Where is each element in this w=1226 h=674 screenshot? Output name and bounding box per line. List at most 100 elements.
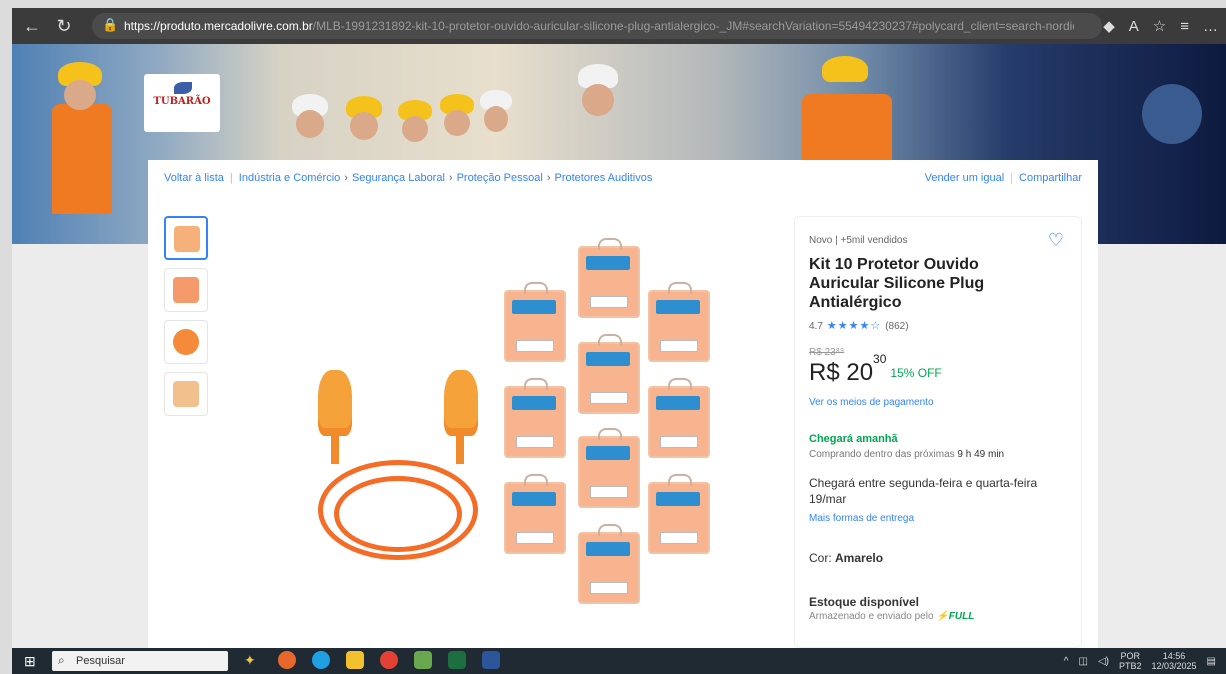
chevron-right-icon: ›: [546, 172, 551, 184]
url-text: https://produto.mercadolivre.com.br/MLB-…: [124, 19, 1074, 33]
earplug-pack: [578, 334, 640, 414]
earplug-pack: [578, 524, 640, 604]
search-placeholder: Pesquisar: [76, 655, 125, 667]
stars-icon: ★★★★☆: [826, 320, 882, 332]
reload-icon[interactable]: ↻: [52, 14, 76, 38]
favorite-star-icon[interactable]: ☆: [1153, 17, 1166, 35]
old-price: R$ 23⁸⁹: [809, 347, 845, 358]
breadcrumb-item[interactable]: Proteção Pessoal: [457, 172, 543, 184]
earplug-pack: [648, 474, 710, 554]
color-selector[interactable]: Cor: Amarelo: [809, 551, 883, 565]
notifications-icon[interactable]: ▤: [1207, 656, 1216, 667]
banner-welder-mask: [1142, 84, 1202, 144]
taskbar-search[interactable]: ⌕ Pesquisar: [52, 651, 228, 671]
breadcrumb-item[interactable]: Protetores Auditivos: [554, 172, 652, 184]
arrival-alternative: Chegará entre segunda-feira e quarta-fei…: [809, 476, 1038, 506]
browser-window: ← ↻ 🔒 https://produto.mercadolivre.com.b…: [12, 8, 1226, 648]
full-badge: ⚡FULL: [936, 611, 975, 622]
browser-toolbar: ← ↻ 🔒 https://produto.mercadolivre.com.b…: [12, 8, 1226, 44]
banner-face: [296, 110, 324, 138]
chevron-right-icon: ›: [344, 172, 348, 184]
product-title: Kit 10 Protetor Ouvido Auricular Silicon…: [809, 256, 985, 311]
earplug-pack: [578, 428, 640, 508]
shark-logo-icon: [174, 82, 192, 94]
breadcrumb-item[interactable]: Indústria e Comércio: [239, 172, 341, 184]
taskbar-apps: ✦: [244, 651, 500, 669]
banner-face: [402, 116, 428, 142]
heart-icon[interactable]: ♡: [1047, 231, 1065, 249]
banner-helmet: [822, 56, 868, 82]
earplug-pack: [648, 378, 710, 458]
banner-worker-vest: [52, 104, 112, 214]
sell-similar-link[interactable]: Vender um igual: [925, 172, 1005, 184]
rating-value: 4.7: [809, 321, 823, 332]
lock-icon: 🔒: [102, 17, 119, 32]
back-to-list-link[interactable]: Voltar à lista: [164, 172, 224, 184]
earplug-pack: [648, 282, 710, 362]
earplug: [444, 370, 478, 436]
sparkle-icon[interactable]: ✦: [244, 651, 262, 669]
earplug-pack: [504, 282, 566, 362]
stock-title: Estoque disponível: [809, 595, 920, 609]
windows-start-icon[interactable]: ⊞: [24, 653, 40, 669]
language-indicator[interactable]: POR PTB2: [1119, 651, 1142, 671]
read-aloud-icon[interactable]: A: [1129, 18, 1139, 35]
thumbnail[interactable]: [164, 320, 208, 364]
breadcrumb-item[interactable]: Segurança Laboral: [352, 172, 445, 184]
chrome-icon[interactable]: [380, 651, 398, 669]
banner-face: [64, 80, 96, 110]
store-logo-text: TUBARÃO: [153, 96, 211, 107]
price-main: R$ 20: [809, 359, 874, 386]
thumbnail[interactable]: [164, 268, 208, 312]
product-page: Voltar à lista | Indústria e Comércio › Segu…: [148, 160, 1098, 648]
back-arrow-icon[interactable]: ←: [20, 14, 44, 38]
banner-face: [350, 112, 378, 140]
search-icon: ⌕: [58, 653, 65, 667]
payment-methods-link[interactable]: Ver os meios de pagamento: [809, 397, 934, 408]
thumbnail-list: [164, 216, 208, 424]
address-bar[interactable]: 🔒 https://produto.mercadolivre.com.br/ML…: [92, 13, 1102, 39]
word-icon[interactable]: [482, 651, 500, 669]
clock[interactable]: 14:56 12/03/2025: [1152, 651, 1197, 671]
rating[interactable]: 4.7 ★★★★☆ (862): [809, 319, 909, 332]
earplug: [318, 370, 352, 436]
stock-subtitle: Armazenado e enviado pelo ⚡FULL: [809, 611, 975, 622]
thumbnail[interactable]: [164, 216, 208, 260]
arrival-title: Chegará amanhã: [809, 433, 898, 445]
chevron-right-icon: ›: [448, 172, 453, 184]
volume-icon[interactable]: ◁): [1098, 656, 1109, 667]
network-icon[interactable]: ◫: [1079, 656, 1088, 667]
color-value: Amarelo: [835, 551, 884, 565]
product-image[interactable]: [248, 220, 768, 620]
breadcrumb: Voltar à lista | Indústria e Comércio › Segu…: [164, 172, 653, 184]
windows-taskbar: ⊞ ⌕ Pesquisar ✦ ^ ◫ ◁) POR PTB2 14:56 12/0…: [12, 648, 1226, 674]
excel-icon[interactable]: [448, 651, 466, 669]
arrival-countdown: Comprando dentro das próximas 9 h 49 min: [809, 449, 1005, 460]
tag-icon[interactable]: ◆: [1103, 17, 1115, 35]
chevron-up-icon[interactable]: ^: [1064, 656, 1069, 667]
price-cents: 30: [873, 352, 887, 366]
price: R$ 203015% OFF: [809, 352, 942, 387]
earplug-pack: [504, 474, 566, 554]
browser-actions: ◆ A ☆ ≡ …: [1103, 14, 1218, 38]
file-explorer-icon[interactable]: [346, 651, 364, 669]
system-tray: ^ ◫ ◁) POR PTB2 14:56 12/03/2025 ▤: [1064, 651, 1216, 671]
firefox-icon[interactable]: [278, 651, 296, 669]
share-link[interactable]: Compartilhar: [1019, 172, 1082, 184]
favorites-list-icon[interactable]: ≡: [1180, 18, 1189, 35]
review-count: (862): [885, 321, 909, 332]
buy-box: Novo | +5mil vendidos ♡ Kit 10 Protetor …: [794, 216, 1082, 648]
banner-face: [484, 106, 508, 132]
store-logo[interactable]: TUBARÃO: [144, 74, 220, 132]
discount-badge: 15% OFF: [890, 366, 942, 380]
page-actions: Vender um igual | Compartilhar: [924, 172, 1082, 184]
more-delivery-link[interactable]: Mais formas de entrega: [809, 513, 914, 524]
thumbnail[interactable]: [164, 372, 208, 416]
condition-sold: Novo | +5mil vendidos: [809, 235, 908, 246]
more-icon[interactable]: …: [1203, 18, 1218, 35]
edge-icon[interactable]: [312, 651, 330, 669]
earplug-pack: [504, 378, 566, 458]
app-icon[interactable]: [414, 651, 432, 669]
banner-face: [582, 84, 614, 116]
banner-face: [444, 110, 470, 136]
